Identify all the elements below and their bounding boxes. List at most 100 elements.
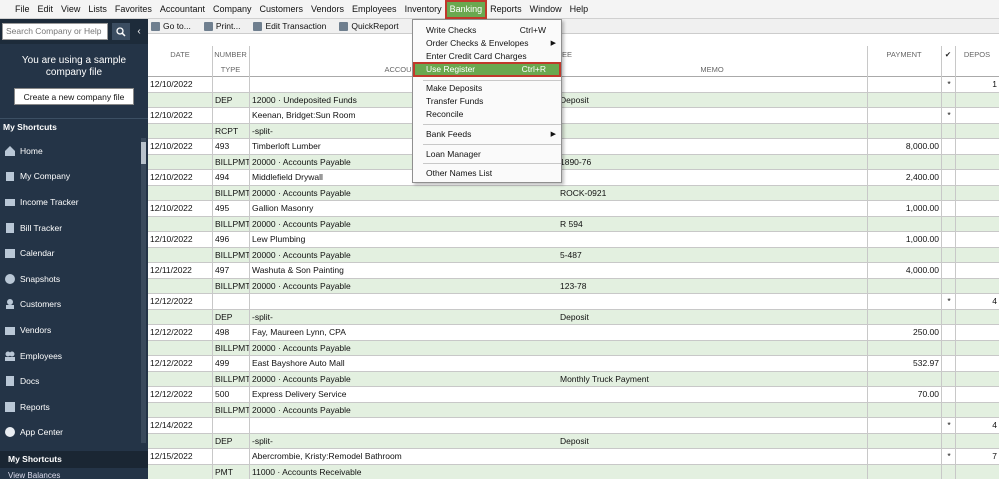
create-new-company-button[interactable]: Create a new company file (14, 88, 134, 105)
table-row[interactable]: 12/12/2022 498 Fay, Maureen Lynn, CPA 250.0… (148, 325, 999, 341)
table-row[interactable]: BILLPMT 20000 · Accounts Payable (148, 340, 999, 356)
table-row[interactable]: 12/12/2022 499 East Bayshore Auto Mall 532.… (148, 356, 999, 372)
toolbar-label: Print... (215, 21, 241, 31)
sidebar-item-app-center[interactable]: App Center (0, 420, 148, 446)
sidebar-item-calendar[interactable]: Calendar (0, 240, 148, 266)
table-row[interactable]: BILLPMT 20000 · Accounts Payable Monthly T… (148, 371, 999, 387)
sidebar-item-customers[interactable]: Customers (0, 292, 148, 318)
row-cleared[interactable] (943, 139, 955, 154)
row-cleared[interactable]: * (943, 294, 955, 309)
table-row[interactable]: DEP 12000 · Undeposited Funds Deposit (148, 92, 999, 108)
row-cleared[interactable]: * (943, 418, 955, 433)
menu-item-other-names-list[interactable]: Other Names List (414, 167, 560, 180)
sidebar-item-reports[interactable]: Reports (0, 394, 148, 420)
table-row[interactable]: 12/10/2022 Keenan, Bridget:Sun Room * (148, 108, 999, 124)
row-cleared[interactable] (943, 170, 955, 185)
register-grid: DATE NUMBER TYPE ACCOUNT EE MEMO PAYMENT… (148, 46, 999, 479)
menu-item-make-deposits[interactable]: Make Deposits (414, 82, 560, 95)
menu-item-enter-credit-card-charges[interactable]: Enter Credit Card Charges (414, 50, 560, 63)
view-balances-tab[interactable]: View Balances (0, 469, 148, 479)
table-row[interactable]: DEP -split- Deposit (148, 433, 999, 449)
table-row[interactable]: 12/10/2022 495 Gallion Masonry 1,000.00 (148, 201, 999, 217)
menu-employees[interactable]: Employees (348, 1, 401, 18)
table-row[interactable]: PMT 11000 · Accounts Receivable (148, 464, 999, 479)
table-row[interactable]: BILLPMT 20000 · Accounts Payable R 594 (148, 216, 999, 232)
my-shortcuts-tab[interactable]: My Shortcuts (0, 451, 148, 468)
sidebar-item-home[interactable]: Home (0, 138, 148, 164)
table-row[interactable]: 12/12/2022 500 Express Delivery Service 70.… (148, 387, 999, 403)
sidebar-item-income-tracker[interactable]: Income Tracker (0, 189, 148, 215)
menu-item-transfer-funds[interactable]: Transfer Funds (414, 95, 560, 108)
menu-help[interactable]: Help (566, 1, 593, 18)
menu-view[interactable]: View (57, 1, 84, 18)
row-number: 493 (215, 141, 230, 151)
sidebar-item-my-company[interactable]: My Company (0, 164, 148, 190)
toolbar-button-go-to-[interactable]: Go to... (148, 21, 191, 31)
menu-item-order-checks-envelopes[interactable]: Order Checks & Envelopes ▶ (414, 37, 560, 50)
toolbar-button-print-[interactable]: Print... (201, 21, 241, 31)
table-row[interactable]: 12/10/2022 493 Timberloft Lumber 8,000.00 (148, 139, 999, 155)
toolbar-button-edit-transaction[interactable]: Edit Transaction (250, 21, 326, 31)
toolbar-button-quickreport[interactable]: QuickReport (336, 21, 399, 31)
menu-item-loan-manager[interactable]: Loan Manager (414, 148, 560, 161)
menu-item-bank-feeds[interactable]: Bank Feeds ▶ (414, 128, 560, 141)
row-cleared[interactable] (943, 356, 955, 371)
toolbar-label: QuickReport (351, 21, 399, 31)
search-button[interactable] (112, 23, 130, 40)
table-row[interactable]: BILLPMT 20000 · Accounts Payable (148, 402, 999, 418)
menu-accountant[interactable]: Accountant (156, 1, 209, 18)
table-row[interactable]: 12/10/2022 494 Middlefield Drywall 2,400.00 (148, 170, 999, 186)
sidebar-item-bill-tracker[interactable]: Bill Tracker (0, 215, 148, 241)
row-cleared[interactable] (943, 263, 955, 278)
menu-lists[interactable]: Lists (84, 1, 111, 18)
sidebar-item-snapshots[interactable]: Snapshots (0, 266, 148, 292)
table-row[interactable]: RCPT -split- (148, 123, 999, 139)
row-cleared[interactable]: * (943, 77, 955, 92)
search-input[interactable]: Search Company or Help (2, 23, 108, 40)
menu-banking[interactable]: Banking (444, 0, 488, 19)
scrollbar-thumb[interactable] (141, 142, 146, 164)
menu-vendors[interactable]: Vendors (307, 1, 348, 18)
table-row[interactable]: 12/15/2022 Abercrombie, Kristy:Remodel Ba… (148, 449, 999, 465)
row-cleared[interactable] (943, 387, 955, 402)
row-deposit (957, 387, 997, 402)
sidebar-item-docs[interactable]: Docs (0, 368, 148, 394)
table-row[interactable]: 12/12/2022 * 4 (148, 294, 999, 310)
table-row[interactable]: 12/10/2022 496 Lew Plumbing 1,000.00 (148, 232, 999, 248)
menu-window[interactable]: Window (526, 1, 566, 18)
snapshots-icon (4, 273, 16, 285)
menu-customers[interactable]: Customers (255, 1, 307, 18)
sidebar-item-employees[interactable]: Employees (0, 343, 148, 369)
menu-file[interactable]: File (11, 1, 34, 18)
menu-edit[interactable]: Edit (34, 1, 58, 18)
row-cleared[interactable] (943, 201, 955, 216)
table-row[interactable]: 12/14/2022 * 4 (148, 418, 999, 434)
menu-company[interactable]: Company (209, 1, 256, 18)
menu-reports[interactable]: Reports (486, 1, 526, 18)
row-cleared[interactable]: * (943, 108, 955, 123)
table-row[interactable]: BILLPMT 20000 · Accounts Payable 5-487 (148, 247, 999, 263)
menu-item-write-checks[interactable]: Write Checks Ctrl+W (414, 24, 560, 37)
row-cleared[interactable] (943, 232, 955, 247)
row-payment: 1,000.00 (905, 234, 939, 244)
table-row[interactable]: DEP -split- Deposit (148, 309, 999, 325)
shortcut-list: Home My Company Income Tracker Bill Tracker… (0, 138, 148, 445)
menu-inventory[interactable]: Inventory (401, 1, 446, 18)
table-row[interactable]: BILLPMT 20000 · Accounts Payable 1890-76 (148, 154, 999, 170)
row-cleared[interactable] (943, 325, 955, 340)
table-row[interactable]: BILLPMT 20000 · Accounts Payable ROCK-0921 (148, 185, 999, 201)
table-row[interactable]: BILLPMT 20000 · Accounts Payable 123-78 (148, 278, 999, 294)
left-navigation-sidebar: Search Company or Help ‹ You are using a… (0, 19, 148, 479)
collapse-sidebar-icon[interactable]: ‹ (132, 23, 146, 40)
toolbar-icon (253, 21, 263, 31)
table-row[interactable]: 12/11/2022 497 Washuta & Son Painting 4,000… (148, 263, 999, 279)
table-row[interactable]: 12/10/2022 * 1 (148, 77, 999, 93)
row-cleared[interactable]: * (943, 449, 955, 464)
menu-item-reconcile[interactable]: Reconcile (414, 108, 560, 121)
sidebar-scrollbar[interactable] (141, 138, 146, 443)
menu-favorites[interactable]: Favorites (111, 1, 156, 18)
menu-item-use-register[interactable]: Use Register Ctrl+R (413, 62, 561, 77)
sidebar-item-label: Docs (20, 376, 40, 387)
sample-company-message: You are using a sample company file (21, 55, 127, 78)
sidebar-item-vendors[interactable]: Vendors (0, 317, 148, 343)
